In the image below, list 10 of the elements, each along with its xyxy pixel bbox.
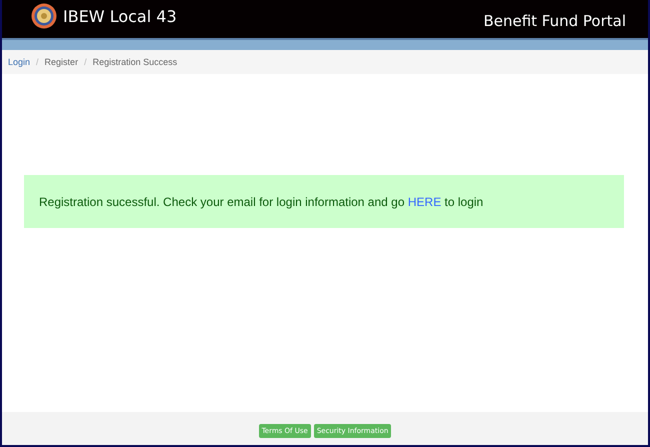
breadcrumb-link[interactable]: Login xyxy=(8,57,30,67)
here-link[interactable]: HERE xyxy=(408,194,442,208)
portal-title: Benefit Fund Portal xyxy=(483,12,626,30)
site-title: IBEW Local 43 xyxy=(63,6,177,26)
breadcrumb-separator: / xyxy=(84,57,87,67)
breadcrumb-item: Registration Success xyxy=(92,57,178,67)
breadcrumb-item: Register xyxy=(44,57,78,67)
success-message: Registration sucessful. Check your email for login information and go HERE to login xyxy=(39,194,484,208)
seal-logo-icon xyxy=(31,3,57,29)
breadcrumb-separator: / xyxy=(36,57,39,67)
